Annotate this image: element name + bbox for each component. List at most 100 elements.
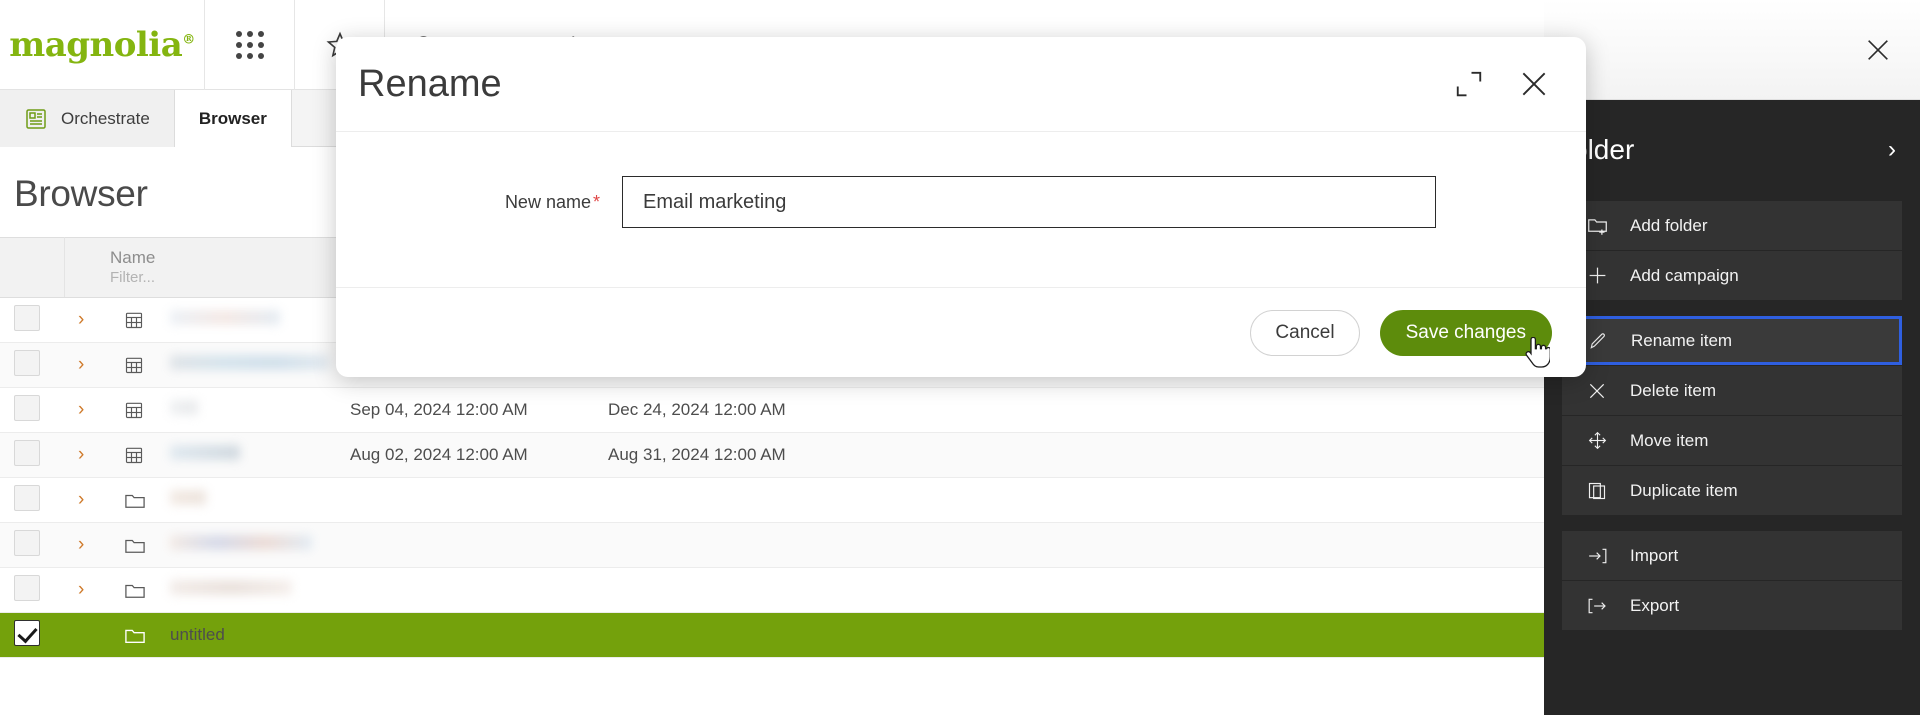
right-panel-close-icon[interactable] xyxy=(1864,36,1892,64)
row-checkbox-cell[interactable] xyxy=(0,432,64,478)
right-panel-header: older › xyxy=(1544,100,1920,200)
right-panel-close-bar xyxy=(1544,0,1920,100)
row-checkbox-cell[interactable] xyxy=(0,522,64,568)
row-expander-cell[interactable]: › xyxy=(64,342,110,388)
row-checkbox[interactable] xyxy=(14,574,40,601)
save-changes-button[interactable]: Save changes xyxy=(1379,309,1552,356)
th-name-filter-input[interactable]: Filter... xyxy=(110,268,322,288)
row-checkbox-cell[interactable] xyxy=(0,297,64,343)
duplicate-icon xyxy=(1586,480,1608,502)
row-type-icon-cell xyxy=(110,567,156,613)
tab-browser[interactable]: Browser xyxy=(174,90,292,147)
row-type-icon-cell xyxy=(110,297,156,343)
row-checkbox[interactable] xyxy=(14,484,40,511)
row-checkbox-cell[interactable] xyxy=(0,477,64,523)
row-expander-cell[interactable]: › xyxy=(64,567,110,613)
row-date-start xyxy=(336,522,595,568)
magnolia-logo[interactable]: magnolia® xyxy=(0,0,205,90)
th-select-all[interactable] xyxy=(0,237,65,298)
row-expander-cell[interactable]: › xyxy=(64,432,110,478)
campaign-icon xyxy=(124,400,143,420)
logo-text: magnolia xyxy=(9,25,183,65)
menu-item-move-item[interactable]: Move item xyxy=(1562,416,1902,465)
chevron-right-icon[interactable]: › xyxy=(1888,136,1896,164)
new-name-input[interactable]: Email marketing xyxy=(622,176,1436,228)
menu-item-export[interactable]: Export xyxy=(1562,581,1902,630)
folder-icon xyxy=(124,580,145,600)
close-icon[interactable] xyxy=(1518,68,1550,100)
row-expander-cell[interactable]: › xyxy=(64,387,110,433)
chevron-right-icon[interactable]: › xyxy=(78,354,84,375)
close-x-icon xyxy=(1586,380,1608,402)
folder-icon xyxy=(124,535,145,555)
right-panel-menu: Add folder Add campaign Rename item Dele… xyxy=(1544,201,1920,630)
menu-item-add-folder[interactable]: Add folder xyxy=(1562,201,1902,250)
export-icon xyxy=(1586,595,1608,617)
row-name-cell: untitled xyxy=(156,612,337,658)
row-date-start: Sep 04, 2024 12:00 AM xyxy=(336,387,595,433)
row-date-end: Dec 24, 2024 12:00 AM xyxy=(594,387,853,433)
menu-item-add-campaign-label: Add campaign xyxy=(1630,265,1739,285)
chevron-right-icon[interactable]: › xyxy=(78,489,84,510)
menu-item-add-campaign[interactable]: Add campaign xyxy=(1562,251,1902,300)
th-expander xyxy=(64,237,110,298)
row-name-cell xyxy=(156,477,337,523)
menu-item-delete-item-label: Delete item xyxy=(1630,380,1716,400)
row-date-end: Aug 31, 2024 12:00 AM xyxy=(594,432,853,478)
row-checkbox-cell[interactable] xyxy=(0,612,64,658)
row-name-cell xyxy=(156,297,337,343)
row-checkbox-cell[interactable] xyxy=(0,567,64,613)
chevron-right-icon[interactable]: › xyxy=(78,309,84,330)
row-checkbox-cell[interactable] xyxy=(0,342,64,388)
row-date-end xyxy=(594,567,853,613)
row-type-icon-cell xyxy=(110,432,156,478)
pencil-icon xyxy=(1587,330,1609,352)
row-expander-cell[interactable]: › xyxy=(64,477,110,523)
row-checkbox-checked[interactable] xyxy=(14,619,40,646)
orchestrate-icon xyxy=(24,107,48,131)
row-expander-cell[interactable]: › xyxy=(64,522,110,568)
row-checkbox[interactable] xyxy=(14,304,40,331)
dialog-body: New name * Email marketing xyxy=(336,132,1586,287)
add-folder-icon xyxy=(1586,215,1608,237)
maximize-icon[interactable] xyxy=(1454,69,1484,99)
tab-orchestrate[interactable]: Orchestrate xyxy=(0,90,175,147)
row-checkbox[interactable] xyxy=(14,529,40,556)
row-checkbox[interactable] xyxy=(14,394,40,421)
menu-item-rename-item[interactable]: Rename item xyxy=(1562,316,1902,365)
menu-item-move-item-label: Move item xyxy=(1630,430,1709,450)
plus-icon xyxy=(1586,265,1608,287)
chevron-right-icon[interactable]: › xyxy=(78,534,84,555)
row-name-cell xyxy=(156,567,337,613)
row-type-icon-cell xyxy=(110,477,156,523)
right-action-panel: older › Add folder Add campaign Rename i… xyxy=(1544,100,1920,715)
cancel-button[interactable]: Cancel xyxy=(1250,309,1360,356)
row-checkbox[interactable] xyxy=(14,349,40,376)
chevron-right-icon[interactable]: › xyxy=(78,579,84,600)
row-date-start xyxy=(336,477,595,523)
logo-registered-mark: ® xyxy=(182,32,195,48)
menu-item-duplicate-item[interactable]: Duplicate item xyxy=(1562,466,1902,515)
row-checkbox[interactable] xyxy=(14,439,40,466)
menu-item-import-label: Import xyxy=(1630,545,1679,565)
row-checkbox-cell[interactable] xyxy=(0,387,64,433)
row-type-icon-cell xyxy=(110,522,156,568)
row-date-start xyxy=(336,612,595,658)
import-icon xyxy=(1586,545,1608,567)
row-date-start xyxy=(336,567,595,613)
row-name-cell xyxy=(156,522,337,568)
row-date-end xyxy=(594,612,853,658)
dialog-title: Rename xyxy=(358,62,502,105)
menu-item-import[interactable]: Import xyxy=(1562,531,1902,580)
row-date-end xyxy=(594,522,853,568)
campaign-icon xyxy=(124,310,143,330)
row-date-end xyxy=(594,477,853,523)
new-name-label: New name * xyxy=(358,176,622,213)
menu-group-transfer: Import Export xyxy=(1544,531,1920,630)
th-name[interactable]: Name Filter... xyxy=(110,237,337,298)
menu-item-delete-item[interactable]: Delete item xyxy=(1562,366,1902,415)
chevron-right-icon[interactable]: › xyxy=(78,399,84,420)
chevron-right-icon[interactable]: › xyxy=(78,444,84,465)
grid-apps-icon[interactable] xyxy=(205,0,295,90)
row-expander-cell[interactable]: › xyxy=(64,297,110,343)
